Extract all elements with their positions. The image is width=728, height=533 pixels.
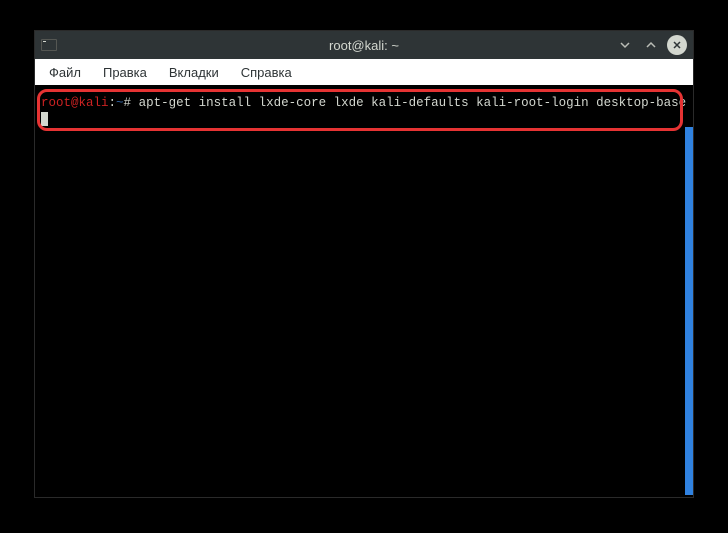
close-button[interactable] xyxy=(667,35,687,55)
menubar: Файл Правка Вкладки Справка xyxy=(35,59,693,85)
window-titlebar[interactable]: root@kali: ~ xyxy=(35,31,693,59)
window-controls xyxy=(615,35,687,55)
terminal-content: root@kali:~# apt-get install lxde-core l… xyxy=(37,89,691,135)
terminal-cursor xyxy=(41,112,48,126)
prompt-path: ~ xyxy=(116,96,124,110)
maximize-button[interactable] xyxy=(641,35,661,55)
menu-tabs[interactable]: Вкладки xyxy=(159,61,229,84)
prompt-symbol: # xyxy=(124,96,132,110)
terminal-icon xyxy=(41,38,57,52)
terminal-window: root@kali: ~ Файл Правка Вкладки Спр xyxy=(34,30,694,498)
prompt-separator: : xyxy=(109,96,117,110)
menu-file[interactable]: Файл xyxy=(39,61,91,84)
command-text: apt-get install lxde-core lxde kali-defa… xyxy=(139,96,687,110)
window-title: root@kali: ~ xyxy=(35,38,693,53)
menu-help[interactable]: Справка xyxy=(231,61,302,84)
terminal-area[interactable]: root@kali:~# apt-get install lxde-core l… xyxy=(35,85,693,497)
terminal-scrollbar[interactable] xyxy=(685,127,693,495)
menu-edit[interactable]: Правка xyxy=(93,61,157,84)
prompt-user: root@kali xyxy=(41,96,109,110)
minimize-button[interactable] xyxy=(615,35,635,55)
